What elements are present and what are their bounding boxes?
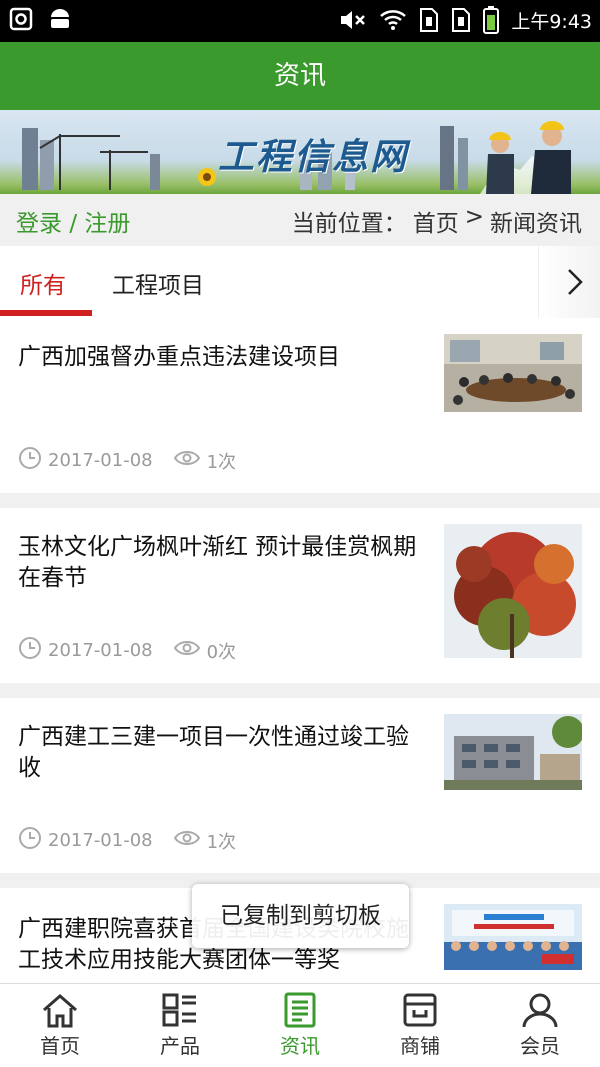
article-meta: 2017-01-08 0次 <box>18 636 236 665</box>
clock-icon <box>18 446 48 475</box>
article-views: 1次 <box>206 831 237 853</box>
nav-item-news[interactable]: 资讯 <box>240 984 360 1067</box>
nav-label-news: 资讯 <box>280 1034 320 1058</box>
banner-title: 工程信息网 <box>218 136 409 178</box>
battery-icon <box>483 6 500 34</box>
article-meta: 2017-01-08 1次 <box>18 826 236 855</box>
article-date: 2017-01-08 <box>48 830 153 851</box>
screenshot-icon <box>8 6 34 32</box>
breadcrumb-arrow: > <box>464 204 484 230</box>
sim-2-icon <box>451 7 471 33</box>
article-views: 0次 <box>206 641 237 663</box>
wifi-icon <box>379 8 407 32</box>
clock-icon <box>18 826 48 855</box>
eye-icon <box>173 828 207 853</box>
article-card[interactable]: 玉林文化广场枫叶渐红 预计最佳赏枫期在春节 2017-01-08 0次 <box>0 508 600 683</box>
article-thumbnail <box>444 334 582 412</box>
member-icon <box>480 992 600 1028</box>
eye-icon <box>173 638 207 663</box>
nav-item-shops[interactable]: 商铺 <box>360 984 480 1067</box>
login-link[interactable]: 登录 <box>16 211 62 237</box>
bottom-nav: 首页 产品 资讯 商铺 会员 <box>0 983 600 1067</box>
nav-label-shops: 商铺 <box>400 1034 440 1058</box>
sim-1-icon <box>419 7 439 33</box>
login-separator: / <box>69 211 78 237</box>
nav-label-products: 产品 <box>160 1034 200 1058</box>
article-views: 1次 <box>206 451 237 473</box>
eye-icon <box>173 448 207 473</box>
breadcrumb-home[interactable]: 首页 <box>413 204 459 238</box>
product-grid-icon <box>120 992 240 1028</box>
breadcrumb-prefix: 当前位置： <box>291 211 407 237</box>
shop-icon <box>360 992 480 1028</box>
article-title[interactable]: 广西加强督办重点违法建设项目 <box>18 342 418 373</box>
article-card[interactable]: 广西建工三建一项目一次性通过竣工验收 2017-01-08 1次 <box>0 698 600 873</box>
status-bar: 上午9:43 <box>0 0 600 42</box>
article-title[interactable]: 玉林文化广场枫叶渐红 预计最佳赏枫期在春节 <box>18 532 418 594</box>
mute-icon <box>339 8 367 32</box>
article-meta: 2017-01-08 1次 <box>18 446 236 475</box>
article-thumbnail <box>444 904 582 970</box>
home-icon <box>0 992 120 1028</box>
breadcrumb-current: 新闻资讯 <box>490 211 582 237</box>
toast-message: 已复制到剪切板 <box>192 884 409 948</box>
android-icon <box>48 7 72 31</box>
register-link[interactable]: 注册 <box>84 211 130 237</box>
tab-all[interactable]: 所有 <box>20 266 66 300</box>
news-icon <box>240 992 360 1028</box>
article-date: 2017-01-08 <box>48 450 153 471</box>
banner-image: 工程信息网 <box>0 110 600 194</box>
nav-label-home: 首页 <box>40 1034 80 1058</box>
article-title[interactable]: 广西建工三建一项目一次性通过竣工验收 <box>18 722 418 784</box>
nav-label-member: 会员 <box>520 1034 560 1058</box>
location-bar: 登录 / 注册 当前位置： 首页 > 新闻资讯 <box>0 194 600 246</box>
tab-engineering-projects[interactable]: 工程项目 <box>112 266 204 300</box>
clock-icon <box>18 636 48 665</box>
article-card[interactable]: 广西加强督办重点违法建设项目 2017-01-08 1次 <box>0 318 600 493</box>
nav-item-member[interactable]: 会员 <box>480 984 600 1067</box>
tabs-scroll-button[interactable] <box>538 246 600 318</box>
page-title: 资讯 <box>273 61 326 91</box>
active-tab-indicator <box>0 310 92 316</box>
article-date: 2017-01-08 <box>48 640 153 661</box>
page-header: 资讯 <box>0 42 600 110</box>
nav-item-home[interactable]: 首页 <box>0 984 120 1067</box>
status-time: 上午9:43 <box>511 10 592 33</box>
article-thumbnail <box>444 714 584 790</box>
breadcrumb: 当前位置： 首页 > 新闻资讯 <box>292 204 582 238</box>
nav-item-products[interactable]: 产品 <box>120 984 240 1067</box>
category-tabs: 所有 工程项目 <box>0 246 600 318</box>
article-thumbnail <box>444 524 582 658</box>
